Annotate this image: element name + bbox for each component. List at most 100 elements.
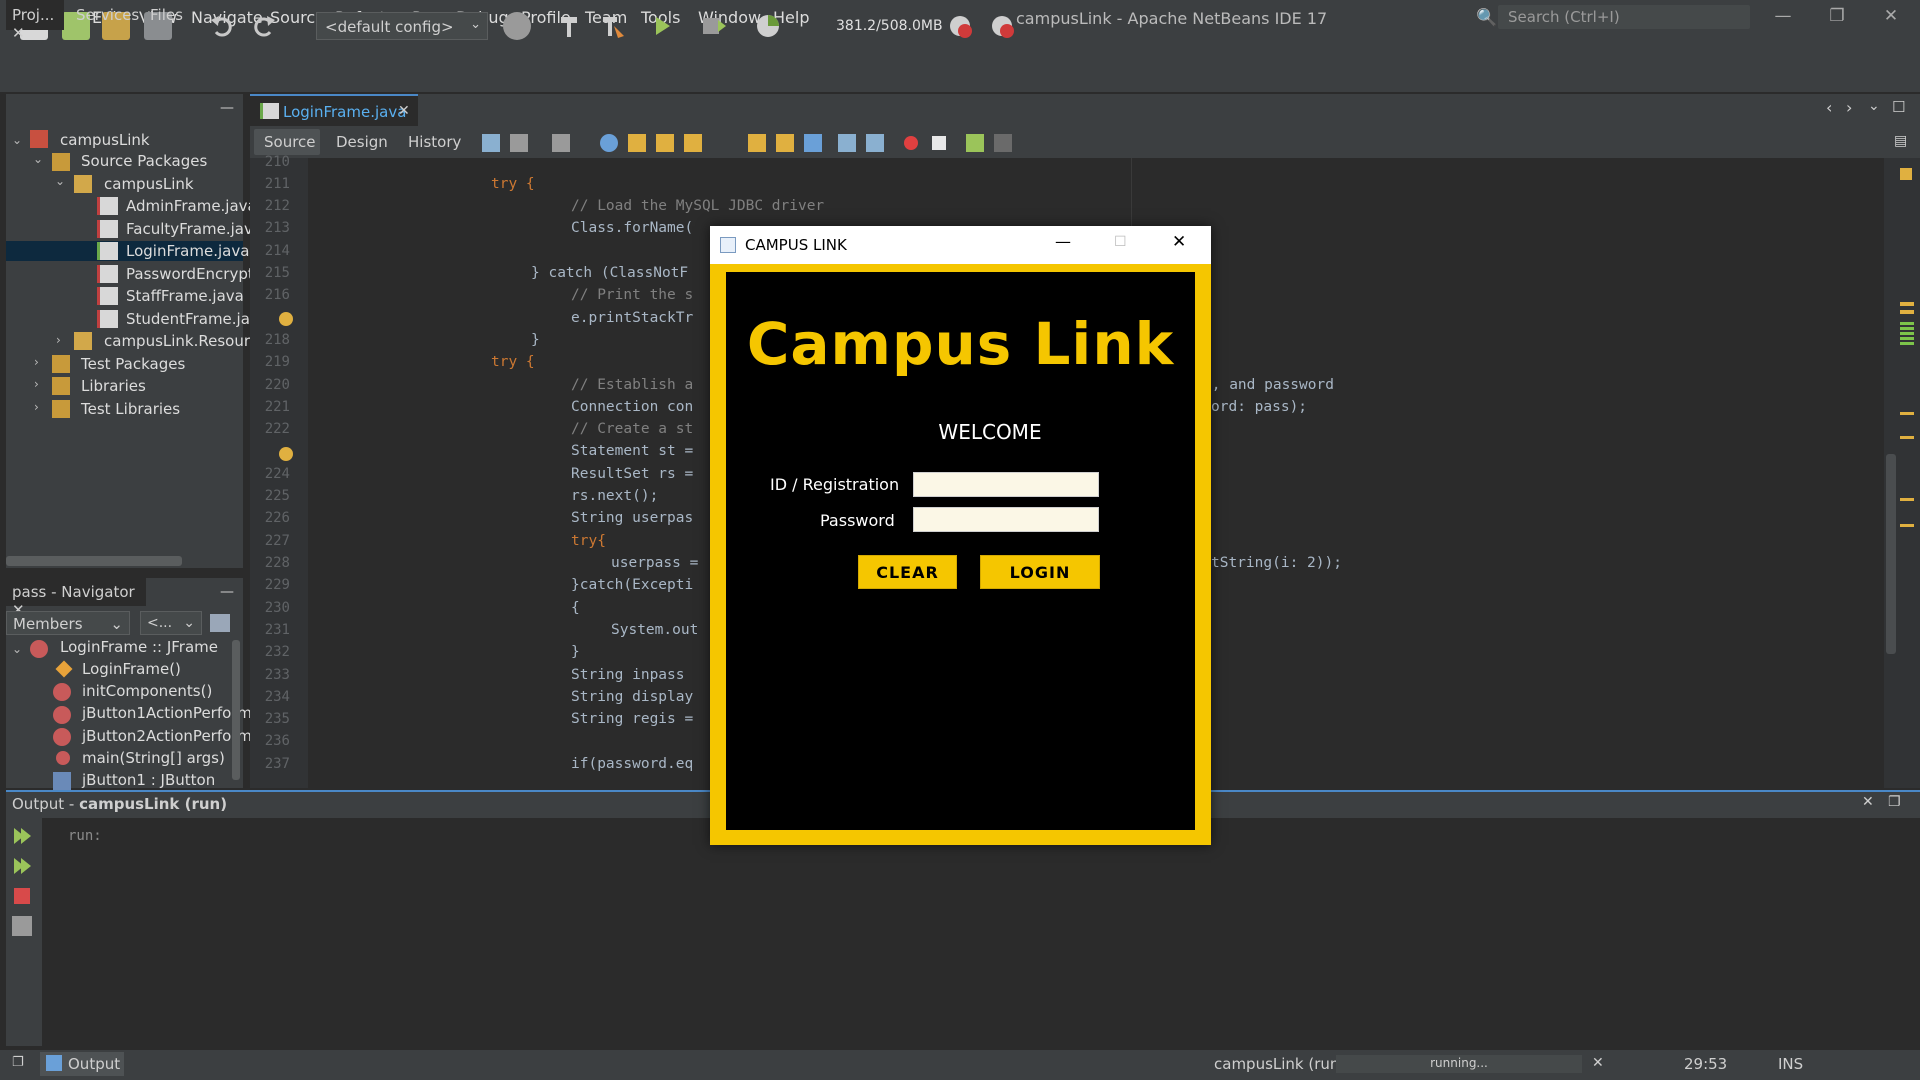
previous-bookmark-icon[interactable] — [748, 134, 766, 152]
chevron-right-icon[interactable]: › — [34, 377, 39, 391]
tab-source[interactable]: Source — [264, 133, 316, 151]
tree-item-file[interactable]: StudentFrame.java — [126, 310, 268, 328]
tree-item-test-libraries[interactable]: Test Libraries — [81, 400, 180, 418]
members-select[interactable]: Members ⌄ — [6, 611, 130, 635]
memory-indicator[interactable]: 381.2/508.0MB — [836, 18, 943, 34]
minimize-icon[interactable]: — — [1055, 232, 1071, 251]
tree-item-project[interactable]: campusLink — [60, 131, 150, 149]
config-select[interactable]: <default config> ⌄ — [316, 12, 488, 40]
build-hammer-icon[interactable] — [555, 12, 583, 40]
toggle-highlight-icon[interactable] — [684, 134, 702, 152]
chevron-down-icon[interactable]: ⌄ — [33, 152, 43, 166]
tab-design[interactable]: Design — [336, 133, 388, 151]
chevron-right-icon[interactable]: › — [1846, 98, 1852, 117]
redo-icon[interactable] — [250, 12, 278, 40]
chevron-right-icon[interactable]: › — [34, 400, 39, 414]
cancel-task-icon[interactable]: ✕ — [1592, 1055, 1604, 1071]
minimize-panel-icon[interactable]: — — [220, 584, 234, 600]
tab-navigator[interactable]: pass - Navigator ✕ — [6, 578, 146, 619]
nav-item-method[interactable]: initComponents() — [82, 682, 212, 700]
tree-item-test-packages[interactable]: Test Packages — [81, 355, 185, 373]
nav-item-method[interactable]: main(String[] args) — [82, 749, 225, 767]
tab-files[interactable]: Files — [144, 0, 194, 30]
nav-item-method[interactable]: jButton1ActionPerform — [82, 704, 252, 722]
warning-mark[interactable] — [1900, 436, 1914, 439]
tree-item-file[interactable]: AdminFrame.java — [126, 197, 257, 215]
shift-left-icon[interactable] — [838, 134, 856, 152]
stop-macro-icon[interactable] — [932, 136, 946, 150]
chevron-down-icon[interactable]: ⌄ — [55, 174, 65, 188]
vertical-scrollbar[interactable] — [232, 640, 240, 780]
hint-bulb-icon[interactable] — [279, 447, 293, 461]
tree-item-package[interactable]: campusLink — [104, 175, 194, 193]
warning-mark[interactable] — [1900, 302, 1914, 306]
close-icon[interactable]: ✕ — [1876, 6, 1906, 30]
login-button[interactable]: LOGIN — [980, 555, 1100, 589]
horizontal-scrollbar[interactable] — [6, 556, 182, 566]
tab-loginframe[interactable]: LoginFrame.java ✕ — [250, 94, 418, 126]
tree-item-file[interactable]: LoginFrame.java — [126, 242, 249, 260]
back-icon[interactable] — [510, 134, 528, 152]
toggle-bookmark-icon[interactable] — [804, 134, 822, 152]
comment-icon[interactable] — [966, 134, 984, 152]
hint-bulb-icon[interactable] — [279, 312, 293, 326]
minimize-panel-icon[interactable]: — — [220, 100, 234, 116]
tree-item-file[interactable]: StaffFrame.java — [126, 287, 244, 305]
find-previous-icon[interactable] — [628, 134, 646, 152]
undo-icon[interactable] — [208, 12, 236, 40]
clear-button[interactable]: CLEAR — [858, 555, 957, 589]
split-editor-icon[interactable]: ▤ — [1894, 133, 1907, 149]
maximize-icon[interactable]: ☐ — [1892, 98, 1905, 116]
tree-item-source-packages[interactable]: Source Packages — [81, 152, 207, 170]
tab-history[interactable]: History — [408, 133, 461, 151]
gc-icon[interactable] — [946, 12, 974, 40]
warning-mark[interactable] — [1900, 310, 1914, 314]
shift-right-icon[interactable] — [866, 134, 884, 152]
close-icon[interactable]: ✕ — [12, 24, 25, 42]
vertical-scrollbar[interactable] — [1886, 454, 1896, 654]
find-next-icon[interactable] — [656, 134, 674, 152]
chevron-left-icon[interactable]: ‹ — [1826, 98, 1832, 117]
tree-item-file[interactable]: PasswordEncryptD — [126, 265, 265, 283]
settings-icon[interactable] — [12, 916, 32, 936]
forward-icon[interactable] — [552, 134, 570, 152]
globe-icon[interactable] — [503, 12, 531, 40]
rerun-different-icon[interactable] — [12, 856, 32, 876]
restore-window-icon[interactable]: ❐ — [12, 1055, 24, 1070]
start-macro-icon[interactable] — [904, 136, 918, 150]
stop-icon[interactable] — [14, 888, 30, 904]
debug-icon[interactable] — [700, 12, 728, 40]
close-icon[interactable]: ✕ — [398, 103, 410, 119]
restore-icon[interactable]: ❐ — [1888, 794, 1901, 810]
profile-icon[interactable] — [754, 12, 782, 40]
last-edit-icon[interactable] — [482, 134, 500, 152]
find-icon[interactable] — [600, 134, 618, 152]
tab-services[interactable]: Services — [70, 0, 139, 30]
chevron-down-icon[interactable]: ⌄ — [12, 642, 22, 656]
output-tab-button[interactable]: Output — [40, 1052, 124, 1076]
rerun-icon[interactable] — [12, 826, 32, 846]
dialog-titlebar[interactable]: CAMPUS LINK — ☐ ✕ — [710, 226, 1211, 264]
id-input[interactable] — [913, 472, 1099, 497]
nav-item-method[interactable]: jButton2ActionPerform — [82, 727, 252, 745]
minimize-icon[interactable]: — — [1768, 6, 1798, 30]
next-bookmark-icon[interactable] — [776, 134, 794, 152]
nav-item-class[interactable]: LoginFrame :: JFrame — [60, 638, 218, 656]
chevron-down-icon[interactable]: ⌄ — [1868, 98, 1880, 114]
chevron-right-icon[interactable]: › — [34, 355, 39, 369]
filter-select[interactable]: <... ⌄ — [140, 611, 202, 635]
run-icon[interactable] — [648, 12, 676, 40]
restore-icon[interactable]: ❐ — [1822, 6, 1852, 30]
tab-projects[interactable]: Proj... ✕ — [6, 0, 64, 42]
password-input[interactable] — [913, 507, 1099, 532]
tree-item-package[interactable]: campusLink.Resource — [104, 332, 267, 350]
warning-mark[interactable] — [1900, 524, 1914, 527]
warning-mark[interactable] — [1900, 412, 1914, 415]
tree-item-file[interactable]: FacultyFrame.java — [126, 220, 262, 238]
tree-item-libraries[interactable]: Libraries — [81, 377, 146, 395]
clean-build-icon[interactable] — [598, 12, 626, 40]
search-icon[interactable]: 🔍 — [1476, 8, 1497, 28]
chevron-right-icon[interactable]: › — [56, 333, 61, 347]
close-icon[interactable]: ✕ — [1862, 794, 1874, 810]
change-marks[interactable] — [1900, 322, 1914, 346]
